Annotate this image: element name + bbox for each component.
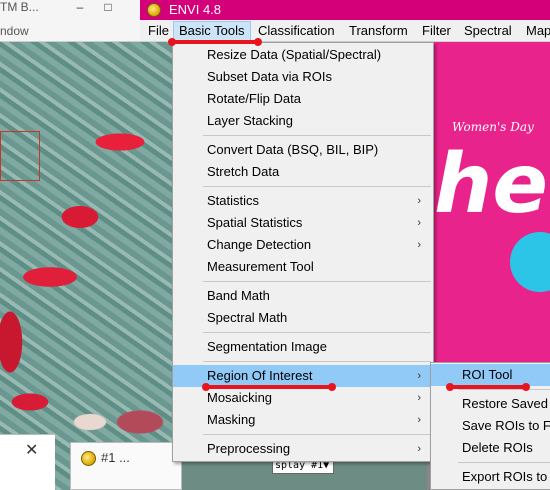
menu-separator: [203, 186, 431, 187]
annotation-dot: [328, 383, 336, 391]
annotation-dot: [202, 383, 210, 391]
menu-separator: [203, 332, 431, 333]
annotation-dot: [168, 38, 176, 46]
menu-item-label: Segmentation Image: [207, 339, 327, 354]
menu-item-layer-stacking[interactable]: Layer Stacking: [173, 110, 433, 132]
menu-item-label: Mosaicking: [207, 390, 273, 405]
menu-item-save-rois[interactable]: Save ROIs to Fi: [431, 415, 550, 437]
menu-map[interactable]: Map: [521, 21, 550, 41]
chevron-right-icon: ›: [417, 239, 421, 251]
menu-item-preprocessing[interactable]: Preprocessing ›: [173, 438, 433, 460]
menu-separator: [458, 389, 550, 390]
roi-submenu: ROI Tool Restore Saved Save ROIs to Fi D…: [430, 362, 550, 490]
display-window-title: #1 ...: [101, 450, 130, 465]
menu-item-statistics[interactable]: Statistics ›: [173, 190, 433, 212]
menu-item-masking[interactable]: Masking ›: [173, 409, 433, 431]
menu-item-convert-data[interactable]: Convert Data (BSQ, BIL, BIP): [173, 139, 433, 161]
chevron-right-icon: ›: [417, 414, 421, 426]
menu-item-mosaicking[interactable]: Mosaicking ›: [173, 387, 433, 409]
envi-globe-icon: [147, 3, 161, 17]
menu-item-label: Region Of Interest: [207, 368, 313, 383]
menu-item-label: Subset Data via ROIs: [207, 69, 332, 84]
menu-item-band-math[interactable]: Band Math: [173, 285, 433, 307]
menu-separator: [203, 135, 431, 136]
menu-item-region-of-interest[interactable]: Region Of Interest ›: [173, 365, 433, 387]
close-icon[interactable]: ✕: [25, 440, 38, 460]
menu-item-restore-saved[interactable]: Restore Saved: [431, 393, 550, 415]
menu-item-label: Statistics: [207, 193, 260, 208]
menu-item-change-detection[interactable]: Change Detection ›: [173, 234, 433, 256]
menu-separator: [203, 281, 431, 282]
menu-item-subset-data-via-rois[interactable]: Subset Data via ROIs: [173, 66, 433, 88]
envi-globe-icon: [81, 451, 96, 466]
bottom-left-window: ✕: [0, 434, 55, 490]
menu-item-label: Measurement Tool: [207, 259, 314, 274]
menu-item-label: Delete ROIs: [462, 440, 533, 455]
menu-item-label: Export ROIs to: [462, 469, 548, 484]
envi-menubar: File Basic Tools Classification Transfor…: [140, 20, 550, 42]
annotation-dot: [254, 38, 262, 46]
menu-item-stretch-data[interactable]: Stretch Data: [173, 161, 433, 183]
menu-item-label: Band Math: [207, 288, 270, 303]
menu-classification[interactable]: Classification: [253, 21, 340, 41]
satellite-image-view[interactable]: [0, 42, 180, 490]
menu-item-label: Masking: [207, 412, 256, 427]
menu-item-label: Layer Stacking: [207, 113, 293, 128]
annotation-underline-region-of-interest: [206, 385, 332, 389]
menu-item-spectral-math[interactable]: Spectral Math: [173, 307, 433, 329]
menu-item-segmentation-image[interactable]: Segmentation Image: [173, 336, 433, 358]
menu-item-resize-data[interactable]: Resize Data (Spatial/Spectral): [173, 44, 433, 66]
zoom-box[interactable]: [0, 131, 40, 181]
annotation-dot: [522, 383, 530, 391]
chevron-right-icon: ›: [417, 392, 421, 404]
annotation-dot: [446, 383, 454, 391]
background-window-title: TM B...: [0, 0, 39, 14]
menu-item-label: Save ROIs to Fi: [462, 418, 550, 433]
menu-item-label: Convert Data (BSQ, BIL, BIP): [207, 142, 379, 157]
chevron-right-icon: ›: [417, 217, 421, 229]
basic-tools-menu: Resize Data (Spatial/Spectral) Subset Da…: [172, 42, 434, 462]
poster-circle-graphic: [510, 232, 550, 292]
display-window-tab[interactable]: #1 ...: [70, 442, 182, 490]
menu-item-export-rois[interactable]: Export ROIs to: [431, 466, 550, 488]
menu-item-label: Spectral Math: [207, 310, 288, 325]
background-window-titlebar: TM B... – □ ndow: [0, 0, 140, 42]
annotation-underline-roi-tool: [450, 385, 526, 389]
menu-item-label: Rotate/Flip Data: [207, 91, 301, 106]
envi-titlebar: ENVI 4.8: [140, 0, 550, 20]
menu-item-label: ROI Tool: [462, 367, 513, 382]
menu-basic-tools[interactable]: Basic Tools: [173, 21, 251, 41]
chevron-right-icon: ›: [417, 195, 421, 207]
minimize-button[interactable]: –: [72, 0, 88, 14]
menu-item-spatial-statistics[interactable]: Spatial Statistics ›: [173, 212, 433, 234]
annotation-underline-basic-tools: [172, 40, 258, 44]
chevron-right-icon: ›: [417, 370, 421, 382]
chevron-right-icon: ›: [417, 443, 421, 455]
menu-item-label: Preprocessing: [207, 441, 291, 456]
menu-filter[interactable]: Filter: [417, 21, 456, 41]
menu-spectral[interactable]: Spectral: [459, 21, 517, 41]
menu-transform[interactable]: Transform: [344, 21, 413, 41]
menu-item-rotate-flip[interactable]: Rotate/Flip Data: [173, 88, 433, 110]
menu-item-label: Spatial Statistics: [207, 215, 303, 230]
menu-item-label: Resize Data (Spatial/Spectral): [207, 47, 382, 62]
poster-big-text: he P: [434, 137, 550, 232]
envi-window-title: ENVI 4.8: [169, 2, 222, 17]
poster-caption: Women's Day: [452, 120, 534, 134]
menu-separator: [458, 462, 550, 463]
menu-item-label: Change Detection: [207, 237, 312, 252]
menu-item-delete-rois[interactable]: Delete ROIs: [431, 437, 550, 459]
background-window-menu: ndow: [0, 24, 29, 38]
menu-item-measurement-tool[interactable]: Measurement Tool: [173, 256, 433, 278]
menu-item-label: Restore Saved: [462, 396, 548, 411]
maximize-button[interactable]: □: [100, 0, 116, 14]
menu-item-label: Stretch Data: [207, 164, 280, 179]
menu-separator: [203, 361, 431, 362]
menu-separator: [203, 434, 431, 435]
poster-image-window: Women's Day he P: [432, 42, 550, 362]
